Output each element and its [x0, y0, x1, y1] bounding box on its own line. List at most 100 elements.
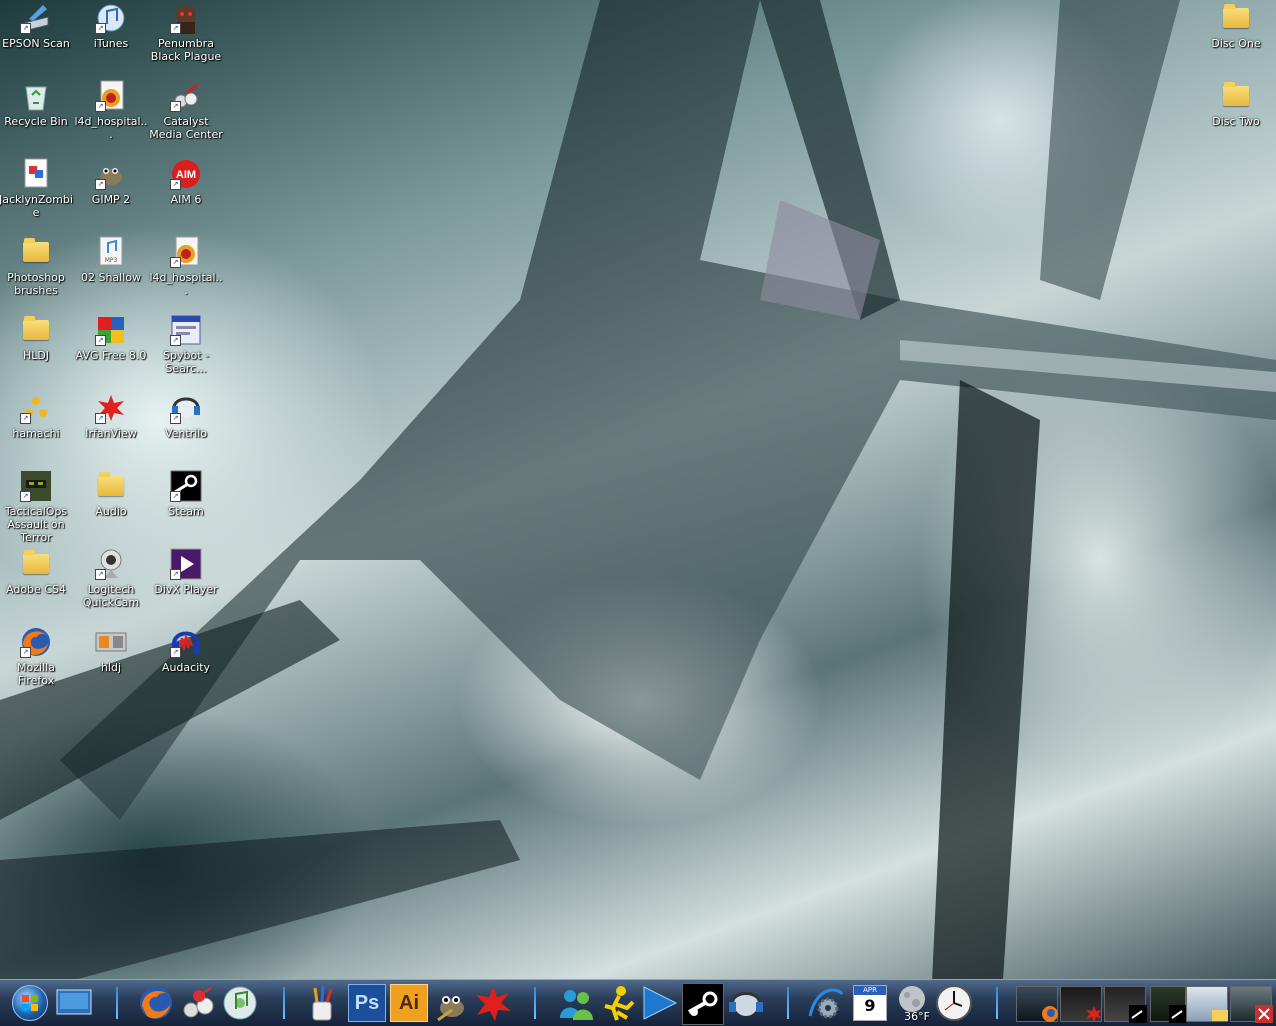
calendar-gadget[interactable]: APR 9: [850, 983, 890, 1023]
task-thumbnail-irfanview[interactable]: [1060, 986, 1102, 1022]
illustrator-quicklaunch[interactable]: Ai: [389, 983, 429, 1023]
folder-icon: [20, 314, 52, 346]
media-player-icon: [643, 986, 678, 1020]
desktop-icon-02-shallow[interactable]: MP3 02 Shallow: [73, 236, 149, 284]
desktop-icon-label: AIM 6: [170, 193, 202, 206]
desktop-icon-label: Disc Two: [1212, 115, 1260, 128]
desktop-icon-epson-scan[interactable]: ↗ EPSON Scan: [0, 2, 74, 50]
desktop-icon-recycle-bin[interactable]: Recycle Bin: [0, 80, 74, 128]
gimp-quicklaunch[interactable]: [431, 983, 471, 1023]
desktop-icon-l4d-hospital[interactable]: ↗ l4d_hospital...: [73, 80, 149, 141]
catalyst-control-quicklaunch[interactable]: [806, 983, 846, 1023]
steam-icon: ↗: [170, 470, 202, 502]
ventrilo-quicklaunch[interactable]: [725, 983, 765, 1023]
shortcut-arrow-icon: ↗: [170, 491, 181, 502]
photoshop-icon: Ps: [348, 984, 386, 1022]
penumbra-icon: ↗: [170, 2, 202, 34]
shortcut-arrow-icon: ↗: [95, 413, 106, 424]
desktop-icon-tacticalops-assault-on-terror[interactable]: ↗ TacticalOps Assault on Terror: [0, 470, 74, 544]
spybot-icon: ↗: [170, 314, 202, 346]
folder-icon: [1220, 80, 1252, 112]
messenger-quicklaunch[interactable]: [556, 983, 596, 1023]
photoshop-quicklaunch[interactable]: Ps: [347, 983, 387, 1023]
clock-gadget[interactable]: [934, 983, 974, 1023]
desktop-icon-gimp-2[interactable]: ↗ GIMP 2: [73, 158, 149, 206]
catalyst-icon: ↗: [170, 80, 202, 112]
desktop-icon-mozilla-firefox[interactable]: ↗ Mozilla Firefox: [0, 626, 74, 687]
desktop-icon-audio[interactable]: Audio: [73, 470, 149, 518]
task-thumbnail-steam[interactable]: [1104, 986, 1147, 1023]
desktop-icon-hamachi[interactable]: ↗ hamachi: [0, 392, 74, 440]
desktop-icon-hldj[interactable]: hldj: [73, 626, 149, 674]
taskbar-separator: [534, 987, 536, 1019]
desktop-icon-irfanview[interactable]: ↗ IrfanView: [73, 392, 149, 440]
shortcut-arrow-icon: ↗: [20, 491, 31, 502]
desktop-icon-label: Photoshop brushes: [7, 271, 65, 297]
desktop-icon-audacity[interactable]: ↗ Audacity: [148, 626, 224, 674]
shortcut-arrow-icon: ↗: [170, 101, 181, 112]
desktop-icon-itunes[interactable]: ↗ iTunes: [73, 2, 149, 50]
desktop-icon-disc-two[interactable]: Disc Two: [1198, 80, 1274, 128]
taskbar-separator: [283, 987, 285, 1019]
paint-brushes-icon: [312, 985, 333, 1021]
scanner-icon: ↗: [20, 2, 52, 34]
hldj-icon: [95, 626, 127, 658]
gimp-icon: [437, 996, 464, 1022]
settings-gear-icon: [808, 988, 844, 1019]
desktop-icon-label: AVG Free 8.0: [75, 349, 147, 362]
desktop-icon-label: iTunes: [93, 37, 129, 50]
catalyst-icon: [183, 987, 214, 1018]
taskbar: Ps Ai APR 9 36°F: [0, 979, 1276, 1026]
irfanview-icon: [476, 987, 511, 1021]
desktop-icon-label: l4d_hospital...: [74, 115, 148, 141]
desktop-icon-jacklynzombie[interactable]: JacklynZombie: [0, 158, 74, 219]
desktop-icon-spybot-searc[interactable]: ↗ Spybot - Searc...: [148, 314, 224, 375]
media-player-quicklaunch[interactable]: [640, 983, 680, 1023]
task-thumbnail-explorer[interactable]: [1186, 986, 1228, 1022]
folder-icon: [95, 470, 127, 502]
desktop-icon-label: Audio: [95, 505, 127, 518]
shortcut-arrow-icon: ↗: [170, 179, 181, 190]
desktop-icon-adobe-cs4[interactable]: Adobe CS4: [0, 548, 74, 596]
desktop-icon-label: GIMP 2: [91, 193, 131, 206]
desktop-icon-label: IrfanView: [85, 427, 137, 440]
catalyst-quicklaunch[interactable]: [178, 983, 218, 1023]
folder-icon: [20, 236, 52, 268]
desktop-icon-steam[interactable]: ↗ Steam: [148, 470, 224, 518]
clock-icon: [936, 985, 972, 1021]
mp3-file-icon: MP3: [95, 236, 127, 268]
aim-quicklaunch[interactable]: [598, 983, 638, 1023]
desktop-icon-label: EPSON Scan: [2, 37, 70, 50]
itunes-quicklaunch[interactable]: [220, 983, 260, 1023]
weather-gadget[interactable]: 36°F: [892, 983, 932, 1023]
media-file-icon: ↗: [95, 80, 127, 112]
desktop-icon-ventrilo[interactable]: ↗ Ventrilo: [148, 392, 224, 440]
desktop-icon-aim-6[interactable]: AIM ↗ AIM 6: [148, 158, 224, 206]
desktop-icon-label: HLDJ: [22, 349, 50, 362]
desktop-icon-label: Catalyst Media Center: [149, 115, 223, 141]
desktop-icon-disc-one[interactable]: Disc One: [1198, 2, 1274, 50]
task-thumbnail-firefox[interactable]: [1016, 986, 1058, 1022]
show-desktop-button[interactable]: [54, 983, 94, 1023]
steam-quicklaunch[interactable]: [682, 983, 724, 1025]
illustrator-label: Ai: [399, 991, 419, 1014]
start-button[interactable]: [10, 983, 50, 1023]
desktop-icon-catalyst-media-center[interactable]: ↗ Catalyst Media Center: [148, 80, 224, 141]
desktop-icon-penumbra-black-plague[interactable]: ↗ Penumbra Black Plague: [148, 2, 224, 63]
paint-quicklaunch[interactable]: [302, 983, 342, 1023]
task-thumbnail-steam-2[interactable]: [1150, 986, 1187, 1023]
desktop-icon-label: l4d_hospital...: [149, 271, 223, 297]
desktop-icon-divx-player[interactable]: ↗ DivX Player: [148, 548, 224, 596]
desktop-icon-hldj[interactable]: HLDJ: [0, 314, 74, 362]
desktop-icon-photoshop-brushes[interactable]: Photoshop brushes: [0, 236, 74, 297]
desktop-icon-l4d-hospital[interactable]: ↗ l4d_hospital...: [148, 236, 224, 297]
firefox-icon: ↗: [20, 626, 52, 658]
irfanview-icon: [1086, 1006, 1102, 1022]
desktop-icon-avg-free-8-0[interactable]: ↗ AVG Free 8.0: [73, 314, 149, 362]
desktop-icon-logitech-quickcam[interactable]: ↗ Logitech QuickCam: [73, 548, 149, 609]
task-thumbnail-wallpaper[interactable]: [1230, 986, 1273, 1023]
desktop-icon-label: Ventrilo: [164, 427, 208, 440]
irfanview-quicklaunch[interactable]: [473, 983, 513, 1023]
shortcut-arrow-icon: ↗: [170, 257, 181, 268]
firefox-quicklaunch[interactable]: [136, 983, 176, 1023]
